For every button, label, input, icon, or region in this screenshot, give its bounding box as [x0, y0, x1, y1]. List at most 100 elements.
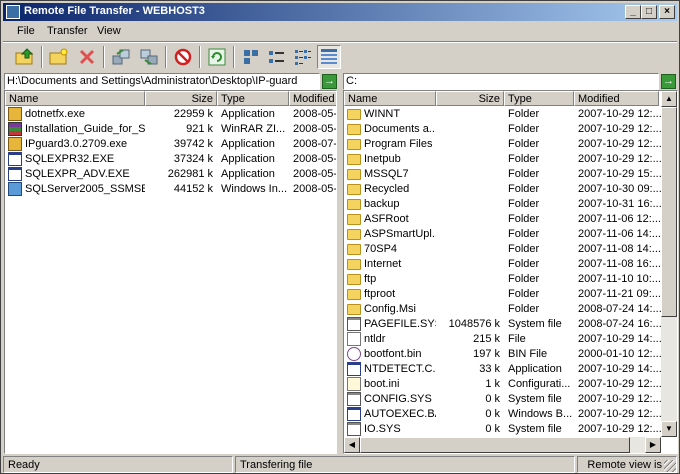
menu-view[interactable]: View [97, 25, 121, 37]
remote-file-row[interactable]: AUTOEXEC.BAT 0 k Windows B... 2007-10-29 12… [344, 407, 661, 422]
folder-icon [347, 139, 361, 150]
upload-button[interactable] [109, 45, 133, 69]
remote-file-row[interactable]: Recycled Folder 2007-10-30 09:... [344, 182, 661, 197]
file-name: IPguard3.0.2709.exe [25, 138, 128, 150]
file-modified: 2007-10-29 15:... [578, 168, 661, 180]
remote-file-row[interactable]: backup Folder 2007-10-31 16:... [344, 197, 661, 212]
local-path-input[interactable]: H:\Documents and Settings\Administrator\… [4, 73, 320, 90]
list-view-button[interactable] [291, 45, 315, 69]
status-bar: Ready Transfering file Remote view is [3, 456, 677, 473]
go-arrow-icon: → [663, 75, 674, 87]
up-folder-button[interactable] [13, 45, 37, 69]
file-size: 33 k [479, 363, 500, 375]
remote-file-row[interactable]: Inetpub Folder 2007-10-29 12:... [344, 152, 661, 167]
local-file-row[interactable]: SQLEXPR_ADV.EXE 262981 k Application 2008-0… [5, 167, 337, 182]
remote-file-row[interactable]: boot.ini 1 k Configurati... 2007-10-29 12:.… [344, 377, 661, 392]
remote-col-name[interactable]: Name [344, 91, 436, 106]
local-file-row[interactable]: SQLEXPR32.EXE 37324 k Application 2008-05-1 [5, 152, 336, 167]
remote-vertical-scrollbar[interactable]: ▲ ▼ [661, 91, 677, 437]
new-folder-button[interactable] [47, 45, 71, 69]
local-col-size[interactable]: Size [145, 91, 217, 106]
details-view-button[interactable] [317, 45, 341, 69]
file-modified: 2007-11-21 09:... [578, 288, 661, 300]
file-modified: 2007-10-29 12:... [578, 123, 661, 135]
remote-file-row[interactable]: IO.SYS 0 k System file 2007-10-29 12:... [344, 422, 661, 437]
title-bar[interactable]: Remote File Transfer - WEBHOST3 _ □ × [3, 3, 677, 21]
toolbar [3, 43, 677, 71]
scroll-right-button[interactable]: ▶ [645, 437, 661, 453]
remote-file-row[interactable]: MSSQL7 Folder 2007-10-29 15:... [344, 167, 661, 182]
stop-button[interactable] [171, 45, 195, 69]
file-modified: 2007-10-29 12:... [578, 108, 661, 120]
local-col-name[interactable]: Name [5, 91, 145, 106]
remote-go-button[interactable]: → [661, 74, 676, 89]
remote-horizontal-scrollbar[interactable]: ◀ ▶ [344, 437, 661, 453]
file-modified: 2007-10-29 12:... [578, 423, 661, 435]
remote-file-row[interactable]: PAGEFILE.SYS 1048576 k System file 2008-07-… [344, 317, 661, 332]
scroll-down-button[interactable]: ▼ [661, 421, 677, 437]
local-col-type[interactable]: Type [217, 91, 289, 106]
remote-file-row[interactable]: NTDETECT.C... 33 k Application 2007-10-29 1… [344, 362, 661, 377]
folder-icon [347, 184, 361, 195]
file-size: 0 k [485, 408, 500, 420]
file-type: Configurati... [508, 378, 571, 390]
local-file-row[interactable]: SQLServer2005_SSMSEE... 44152 k Windows In… [5, 182, 337, 197]
delete-button[interactable] [75, 45, 99, 69]
remote-file-row[interactable]: 70SP4 Folder 2007-11-08 14:... [344, 242, 661, 257]
status-ready: Ready [3, 456, 233, 473]
local-file-row[interactable]: dotnetfx.exe 22959 k Application 2008-05-1 [5, 107, 336, 122]
remote-file-row[interactable]: ntldr 215 k File 2007-10-29 14:... [344, 332, 661, 347]
file-name: Recycled [364, 183, 410, 195]
remote-col-type[interactable]: Type [504, 91, 574, 106]
remote-file-row[interactable]: ftp Folder 2007-11-10 10:... [344, 272, 661, 287]
menu-transfer[interactable]: Transfer [47, 25, 88, 37]
remote-file-row[interactable]: ASPSmartUpl... Folder 2007-11-06 14:... [344, 227, 661, 242]
local-go-button[interactable]: → [322, 74, 337, 89]
refresh-button[interactable] [205, 45, 229, 69]
local-file-list[interactable]: Name Size Type Modified dotnetfx.exe 2295… [4, 90, 337, 454]
remote-file-row[interactable]: CONFIG.SYS 0 k System file 2007-10-29 12:..… [344, 392, 661, 407]
folder-icon [347, 199, 361, 210]
remote-file-row[interactable]: ftproot Folder 2007-11-21 09:... [344, 287, 661, 302]
close-button[interactable]: × [659, 5, 675, 19]
file-name: IO.SYS [364, 423, 401, 435]
folder-icon [347, 109, 361, 120]
system-file-icon [347, 392, 361, 406]
file-modified: 2008-07-2 [293, 138, 337, 150]
download-button[interactable] [137, 45, 161, 69]
maximize-button[interactable]: □ [641, 5, 657, 19]
remote-file-row[interactable]: Documents a... Folder 2007-10-29 12:... [344, 122, 661, 137]
local-file-row[interactable]: Installation_Guide_for_S... 921 k WinRAR Z… [5, 122, 336, 137]
local-col-modified[interactable]: Modified [289, 91, 336, 106]
file-name: MSSQL7 [364, 168, 409, 180]
remote-file-row[interactable]: Config.Msi Folder 2008-07-24 14:... [344, 302, 661, 317]
file-type: Application [508, 363, 562, 375]
remote-col-size[interactable]: Size [436, 91, 504, 106]
scroll-left-button[interactable]: ◀ [344, 437, 360, 453]
remote-path-input[interactable]: C: [343, 73, 659, 90]
large-icons-button[interactable] [239, 45, 263, 69]
file-modified: 2008-05-1 [293, 168, 337, 180]
large-icons-icon [244, 50, 258, 64]
resize-grip[interactable] [664, 460, 676, 472]
remote-col-modified[interactable]: Modified [574, 91, 659, 106]
menu-file[interactable]: File [17, 25, 35, 37]
file-type: Folder [508, 198, 540, 210]
file-modified: 2008-05-1 [293, 183, 337, 195]
scroll-thumb[interactable] [661, 107, 677, 317]
file-name: backup [364, 198, 400, 210]
small-icons-button[interactable] [265, 45, 289, 69]
remote-file-row[interactable]: Internet Folder 2007-11-08 16:... [344, 257, 661, 272]
hscroll-thumb[interactable] [360, 437, 630, 453]
remote-file-row[interactable]: Program Files Folder 2007-10-29 12:... [344, 137, 661, 152]
minimize-button[interactable]: _ [625, 5, 641, 19]
remote-file-list[interactable]: Name Size Type Modified WINNT Folder 2007-… [343, 90, 678, 454]
local-file-row[interactable]: IPguard3.0.2709.exe 39742 k Application 200… [5, 137, 337, 152]
file-size: 262981 k [167, 168, 213, 180]
scroll-up-button[interactable]: ▲ [661, 91, 677, 107]
remote-file-row[interactable]: ASFRoot Folder 2007-11-06 12:... [344, 212, 661, 227]
remote-file-row[interactable]: bootfont.bin 197 k BIN File 2000-01-10 12:.… [344, 347, 661, 362]
file-name: Config.Msi [364, 303, 416, 315]
remote-file-row[interactable]: WINNT Folder 2007-10-29 12:... [344, 107, 661, 122]
small-icons-icon [269, 51, 284, 63]
